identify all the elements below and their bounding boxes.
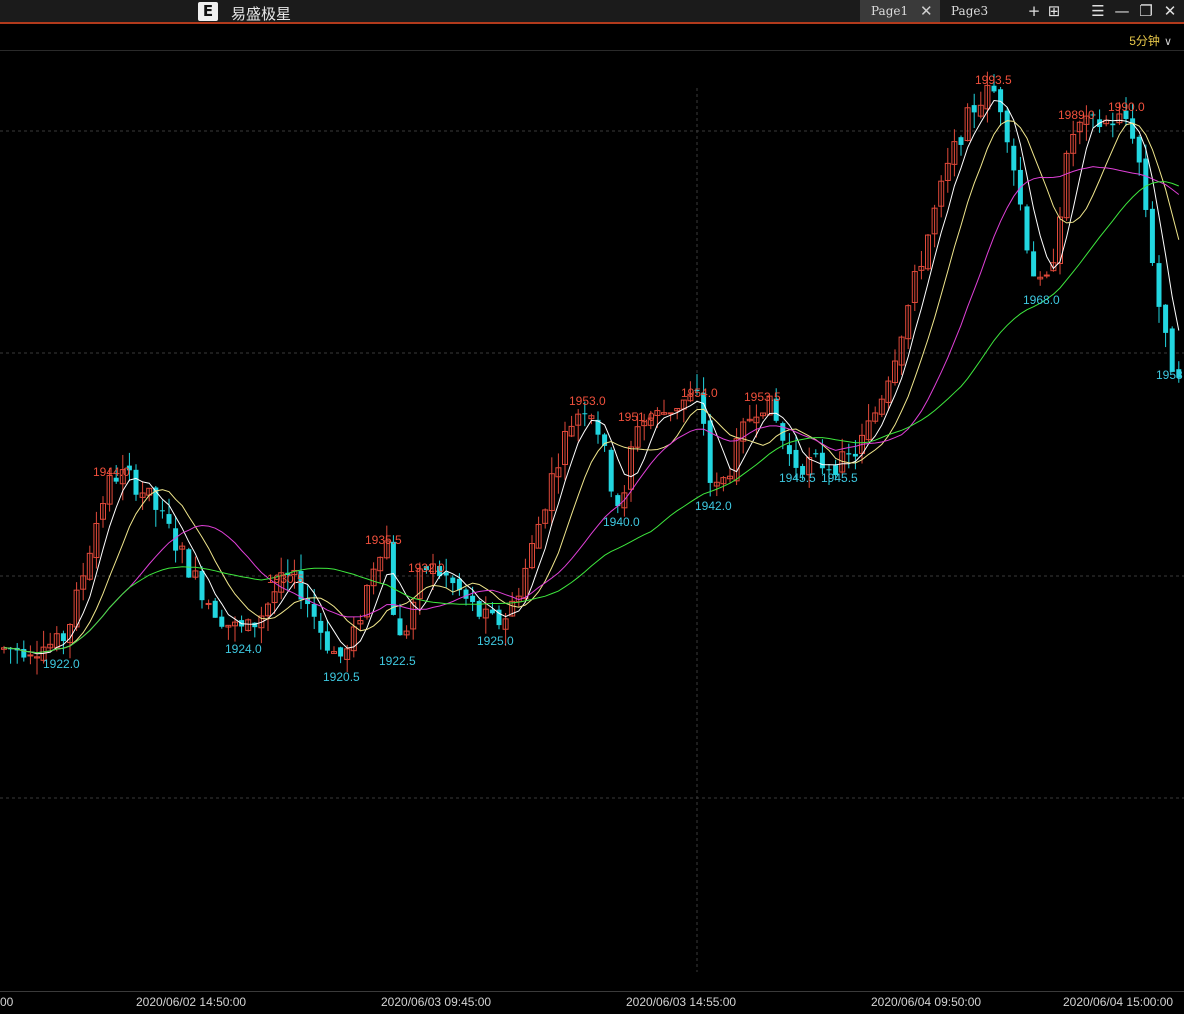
- time-label: 2020/06/03 09:45:00: [381, 995, 492, 1009]
- candle-body-down: [397, 618, 403, 636]
- candle-body-down: [199, 570, 205, 601]
- time-label: 2020/06/04 09:50:00: [871, 995, 982, 1009]
- candle-body-down: [1169, 328, 1175, 372]
- candle-body-down: [489, 609, 495, 614]
- candle-body-down: [971, 105, 977, 113]
- candle-body-down: [602, 434, 608, 446]
- candle-body-down: [463, 589, 469, 599]
- candle-body-up: [1043, 274, 1050, 277]
- high-price-label: 1930.5: [267, 572, 304, 586]
- candle-body-down: [608, 449, 614, 492]
- low-price-label: 1922.5: [379, 654, 416, 668]
- time-label: 00: [0, 995, 14, 1009]
- ma-mid-line: [3, 120, 1180, 654]
- high-price-label: 1944.0: [93, 465, 130, 479]
- candle-body-up: [27, 654, 34, 657]
- candle-body-down: [212, 600, 218, 618]
- high-price-label: 1953.5: [744, 390, 781, 404]
- ma-short-line: [3, 99, 1180, 655]
- candle-body-down: [219, 616, 225, 627]
- time-label: 2020/06/03 14:55:00: [626, 995, 737, 1009]
- candle-body-down: [450, 577, 456, 584]
- high-price-label: 1951.0: [618, 410, 655, 424]
- candle-body-down: [390, 541, 396, 615]
- low-price-label: 1968.0: [1023, 293, 1060, 307]
- candle-body-down: [958, 137, 964, 145]
- candle-body-down: [1024, 206, 1030, 251]
- candle-body-down: [1136, 136, 1142, 163]
- candle-body-down: [318, 620, 324, 633]
- low-price-label: 1920.5: [323, 670, 360, 684]
- candle-body-up: [205, 602, 212, 605]
- low-price-label: 1945.5: [779, 471, 816, 485]
- candle-body-down: [707, 420, 713, 483]
- candle-body-down: [166, 514, 172, 524]
- candle-body-down: [786, 445, 792, 455]
- candle-body-up: [667, 412, 674, 415]
- low-price-label: 1942.0: [695, 499, 732, 513]
- high-price-label: 1993.5: [975, 73, 1012, 87]
- ma-long-line: [3, 166, 1180, 654]
- candle-body-down: [470, 595, 476, 603]
- high-price-label: 1954.0: [681, 386, 718, 400]
- candle-body-down: [338, 647, 344, 657]
- candle-body-down: [819, 452, 825, 469]
- low-price-label: 1925.0: [477, 634, 514, 648]
- candlestick-chart[interactable]: 1944.0 1935.5 1930.5 1932.0 1953.0 1951.0 1954…: [0, 0, 1184, 1014]
- candle-body-down: [133, 469, 139, 495]
- candle-body-down: [1011, 145, 1017, 171]
- time-label: 2020/06/02 14:50:00: [136, 995, 247, 1009]
- high-price-label: 1935.5: [365, 533, 402, 547]
- candle-body-down: [1130, 118, 1136, 139]
- high-price-label: 1932.0: [408, 561, 445, 575]
- high-price-label: 1989.0: [1058, 108, 1095, 122]
- candle-body-down: [852, 453, 858, 457]
- candle-body-down: [476, 601, 482, 617]
- candle-body-down: [1110, 123, 1116, 126]
- candle-body-down: [813, 453, 819, 455]
- time-axis: 00 2020/06/02 14:50:00 2020/06/03 09:45:…: [0, 991, 1184, 1014]
- candle-body-down: [1004, 110, 1010, 143]
- candle-body-down: [846, 453, 852, 455]
- candle-body-down: [1143, 158, 1149, 210]
- candle-body-down: [1031, 251, 1037, 277]
- low-price-label: 1940.0: [603, 515, 640, 529]
- high-price-label: 1990.0: [1108, 100, 1145, 114]
- candle-body-down: [1163, 304, 1169, 333]
- low-price-label: 1958: [1156, 368, 1183, 382]
- low-price-label: 1945.5: [821, 471, 858, 485]
- candle-body-down: [1156, 263, 1162, 307]
- candle-body-down: [186, 549, 192, 578]
- high-price-label: 1953.0: [569, 394, 606, 408]
- low-price-label: 1924.0: [225, 642, 262, 656]
- candle-body-down: [793, 449, 799, 468]
- candle-body-down: [324, 631, 330, 651]
- low-price-label: 1922.0: [43, 657, 80, 671]
- candle-body-down: [311, 604, 317, 617]
- candle-body-down: [159, 510, 165, 512]
- candle-body-down: [1149, 208, 1155, 264]
- time-label: 2020/06/04 15:00:00: [1063, 995, 1174, 1009]
- candle-body-down: [60, 633, 66, 642]
- candle-body-down: [582, 413, 588, 415]
